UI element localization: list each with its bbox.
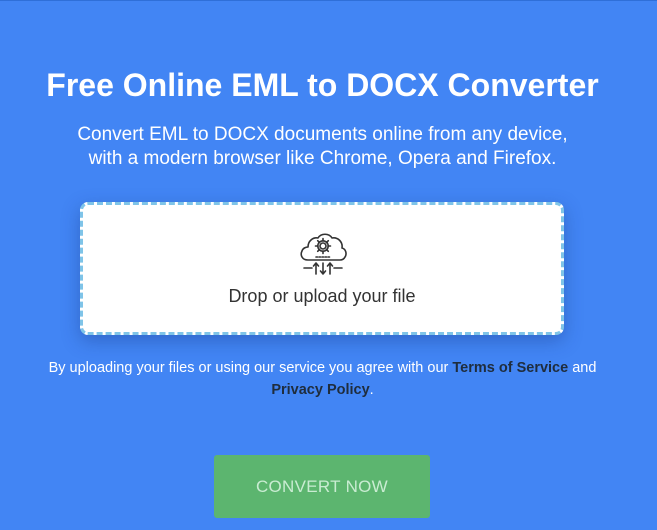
page-subtitle: Convert EML to DOCX documents online fro…: [0, 123, 645, 171]
terms-of-service-link[interactable]: Terms of Service: [452, 360, 568, 376]
agreement-conjunction: and: [568, 360, 597, 376]
dropzone-label: Drop or upload your file: [228, 286, 416, 306]
terms-agreement-text: By uploading your files or using our ser…: [0, 357, 645, 401]
subtitle-line-2: with a modern browser like Chrome, Opera…: [88, 148, 557, 169]
convert-now-button[interactable]: CONVERT NOW: [214, 455, 430, 518]
subtitle-line-1: Convert EML to DOCX documents online fro…: [77, 124, 568, 145]
page-title: Free Online EML to DOCX Converter: [46, 67, 599, 103]
agreement-line-2: Privacy Policy.: [0, 379, 645, 401]
agreement-suffix: .: [369, 382, 374, 398]
top-border: [0, 0, 657, 1]
file-dropzone[interactable]: Drop or upload your file: [80, 202, 564, 335]
privacy-policy-link[interactable]: Privacy Policy: [271, 382, 369, 398]
agreement-line-1: By uploading your files or using our ser…: [0, 357, 645, 379]
cloud-upload-gear-icon: [300, 233, 347, 275]
agreement-prefix: By uploading your files or using our ser…: [48, 360, 453, 376]
